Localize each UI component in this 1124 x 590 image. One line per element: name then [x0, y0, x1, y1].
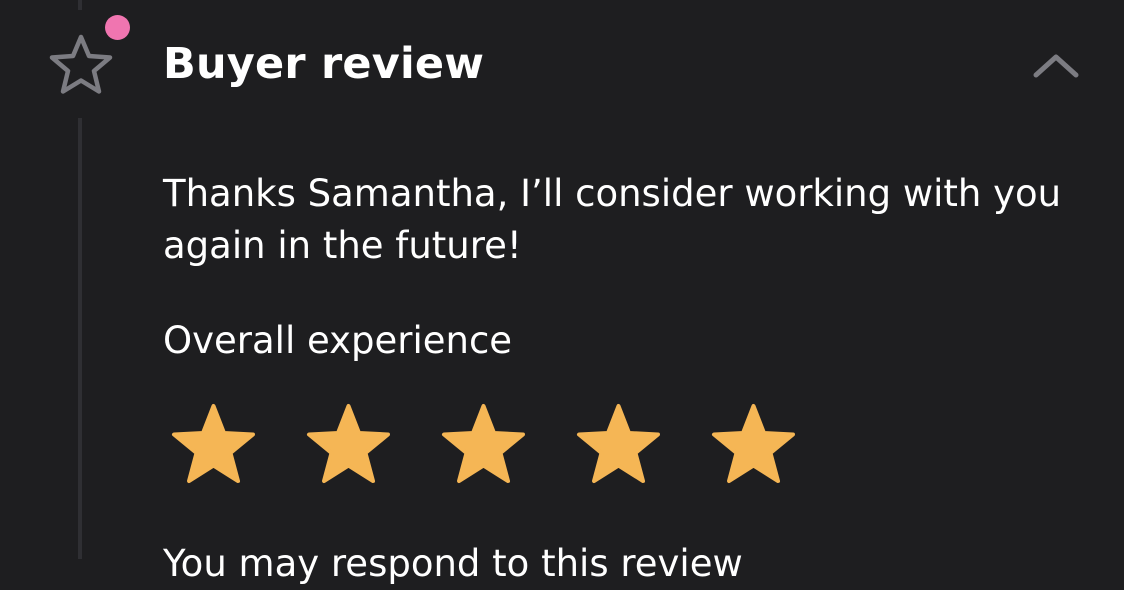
star-filled-icon — [712, 404, 795, 483]
star-outline-icon — [49, 34, 113, 94]
timeline-line — [78, 118, 82, 559]
rating-label: Overall experience — [163, 319, 513, 362]
star-filled-icon — [577, 404, 660, 483]
notification-dot — [105, 15, 130, 40]
star-filled-icon — [442, 404, 525, 483]
timeline-line-top — [78, 0, 82, 10]
star-rating — [163, 400, 838, 490]
star-filled-icon — [307, 404, 390, 483]
chevron-up-icon — [1033, 54, 1079, 78]
star-filled-icon — [172, 404, 255, 483]
respond-prompt: You may respond to this review — [163, 542, 743, 585]
review-text: Thanks Samantha, I’ll consider working w… — [163, 172, 1062, 267]
collapse-button[interactable] — [1030, 47, 1082, 83]
section-title: Buyer review — [163, 39, 485, 89]
